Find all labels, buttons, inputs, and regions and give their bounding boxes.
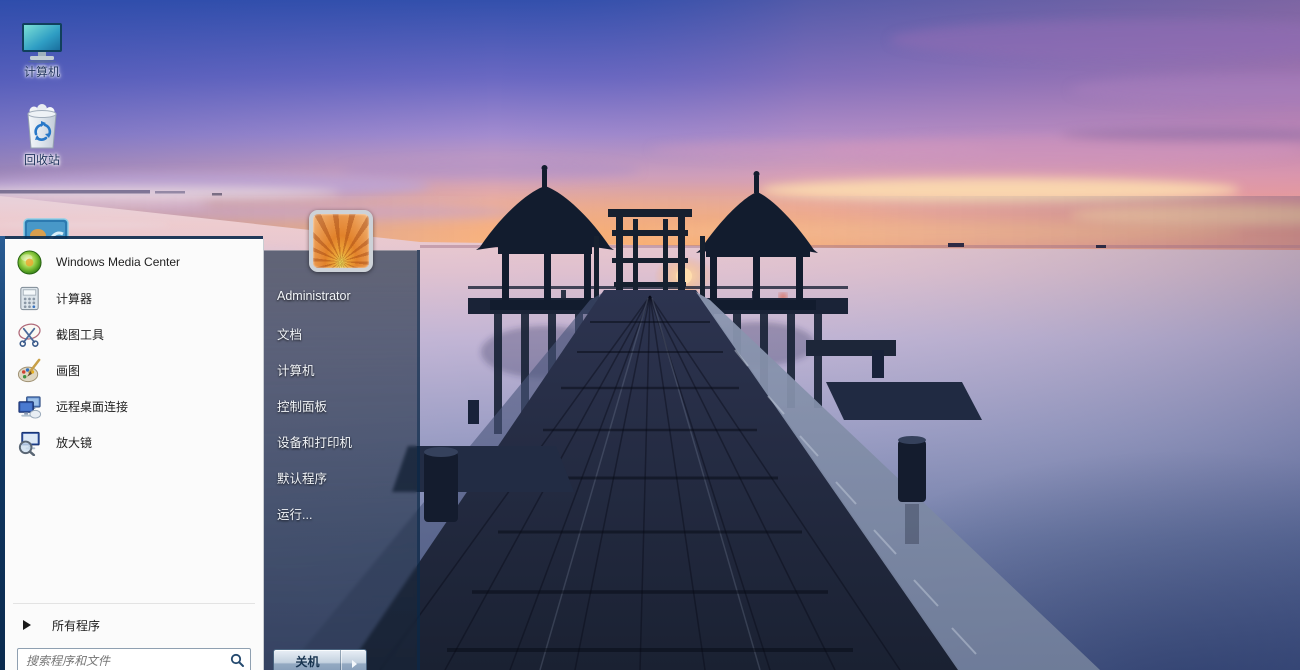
recycle-bin-icon <box>27 104 57 149</box>
calculator-icon <box>20 286 39 310</box>
arrow-right-icon <box>23 620 31 630</box>
menu-item-label: 截图工具 <box>56 327 105 342</box>
desktop-icon-label: 回收站 <box>23 153 60 167</box>
user-avatar[interactable] <box>309 210 373 272</box>
menu-item-default-programs[interactable]: 默认程序 <box>277 468 327 486</box>
menu-item-label: 画图 <box>56 363 81 378</box>
windows-media-center-icon <box>17 249 42 275</box>
paint-icon <box>17 358 41 382</box>
desktop: 计算机 回收站 Administrator 文档 计算机 控制面板 设备和打印机… <box>0 0 1300 670</box>
menu-item-snipping-tool[interactable]: 截图工具 <box>9 317 257 351</box>
menu-item-label: 计算器 <box>56 291 93 306</box>
menu-item-control-panel[interactable]: 控制面板 <box>277 396 327 414</box>
menu-item-calculator[interactable]: 计算器 <box>9 281 257 315</box>
desktop-icon-recycle-bin[interactable]: 回收站 <box>12 104 72 167</box>
menu-item-run[interactable]: 运行... <box>277 504 312 522</box>
menu-item-remote-desktop[interactable]: 远程桌面连接 <box>9 389 257 423</box>
user-name: Administrator <box>277 289 351 303</box>
menu-item-paint[interactable]: 画图 <box>9 353 257 387</box>
menu-item-label: 远程桌面连接 <box>56 399 129 414</box>
menu-item-label: Windows Media Center <box>56 255 181 269</box>
chevron-right-icon <box>351 660 357 668</box>
shutdown-button[interactable]: 关机 <box>273 649 367 670</box>
all-programs-label: 所有程序 <box>52 618 101 633</box>
menu-item-documents[interactable]: 文档 <box>277 324 302 342</box>
menu-item-label: 放大镜 <box>56 435 93 450</box>
search-input[interactable] <box>17 648 251 670</box>
computer-icon <box>22 23 62 63</box>
shutdown-options-button[interactable] <box>342 650 366 670</box>
all-programs-button[interactable]: 所有程序 <box>9 611 257 639</box>
menu-separator <box>13 603 255 604</box>
remote-desktop-icon <box>18 395 42 419</box>
search-icon <box>230 653 244 667</box>
magnifier-icon <box>18 431 40 456</box>
search-area <box>17 648 251 670</box>
desktop-icon-computer[interactable]: 计算机 <box>12 22 72 79</box>
menu-item-computer[interactable]: 计算机 <box>277 360 315 378</box>
desktop-icon-label: 计算机 <box>23 65 60 79</box>
start-menu-right-panel: Administrator 文档 计算机 控制面板 设备和打印机 默认程序 运行… <box>263 250 417 670</box>
start-menu-frame-right <box>417 250 420 670</box>
shutdown-label: 关机 <box>295 655 320 669</box>
start-menu-left-panel: Windows Media Center 计算器 截图工具 画图 远程桌面连接 … <box>5 239 264 670</box>
menu-item-magnifier[interactable]: 放大镜 <box>9 425 257 459</box>
start-menu: Administrator 文档 计算机 控制面板 设备和打印机 默认程序 运行… <box>0 210 420 670</box>
snipping-tool-icon <box>18 323 41 347</box>
menu-item-windows-media-center[interactable]: Windows Media Center <box>9 245 257 279</box>
menu-item-devices-printers[interactable]: 设备和打印机 <box>277 432 352 450</box>
